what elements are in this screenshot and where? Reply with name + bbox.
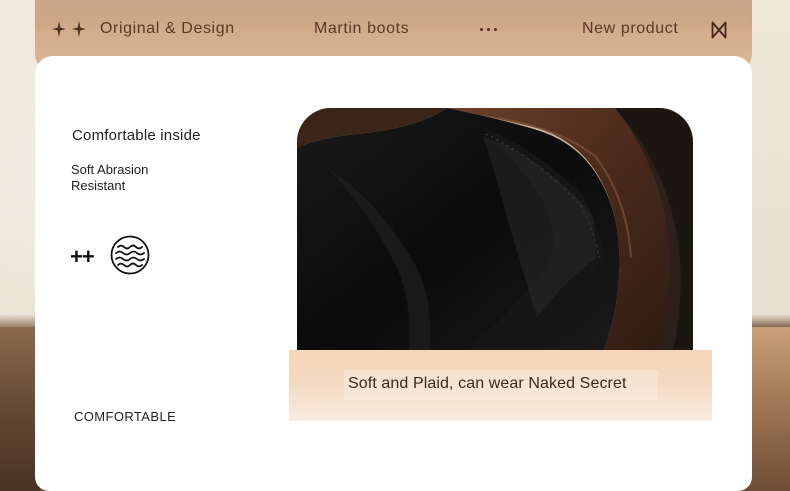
sparkle-star-icon	[52, 21, 66, 37]
comfortable-label: COMFORTABLE	[74, 409, 177, 424]
feature-title: Comfortable inside	[72, 127, 201, 144]
caption-bar: Soft and Plaid, can wear Naked Secret	[289, 350, 712, 421]
nav-martin-boots[interactable]: Martin boots	[314, 20, 409, 38]
feature-description: Soft Abrasion Resistant	[71, 162, 149, 193]
nav-original-design[interactable]: Original & Design	[100, 20, 235, 38]
sparkle-stars	[52, 21, 86, 37]
main-card: Comfortable inside Soft Abrasion Resista…	[35, 56, 752, 491]
bowtie-icon	[711, 21, 727, 39]
plus-plus-icon: ++	[70, 244, 95, 269]
boot-interior-photo	[297, 108, 693, 368]
caption-text: Soft and Plaid, can wear Naked Secret	[348, 375, 627, 392]
more-dots-icon[interactable]	[480, 28, 497, 31]
background-floor-left	[0, 327, 40, 491]
background-floor-right	[750, 327, 790, 491]
boot-interior-image	[297, 108, 693, 368]
waves-icon	[110, 235, 150, 275]
sparkle-star-icon	[72, 21, 86, 37]
nav-new-product[interactable]: New product	[582, 20, 678, 38]
